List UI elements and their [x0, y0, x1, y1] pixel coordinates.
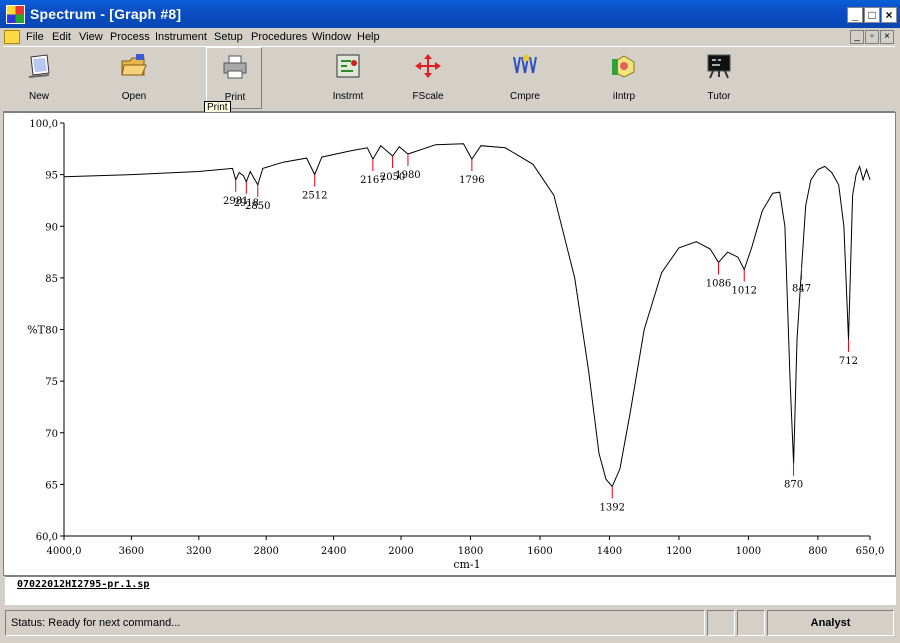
compare-button[interactable]: Cmpre [497, 47, 553, 109]
fscale-label: FScale [412, 91, 444, 102]
peak-label-1012: 1012 [732, 286, 757, 297]
tutor-board-icon [707, 54, 731, 79]
toolbar: New Open Print Instrmt FScale Cmpre iInt… [3, 46, 895, 112]
menu-process[interactable]: Process [110, 31, 150, 43]
fscale-button[interactable]: FScale [400, 47, 456, 109]
menu-procedures[interactable]: Procedures [251, 31, 307, 43]
x-tick-label: 1000 [736, 546, 761, 557]
app-icon [6, 5, 25, 24]
peak-label-1086: 1086 [706, 278, 731, 289]
x-tick-label: 2800 [253, 546, 278, 557]
menu-file[interactable]: File [26, 31, 44, 43]
menu-help[interactable]: Help [357, 31, 380, 43]
y-axis-label: %T [27, 324, 45, 337]
maximize-button[interactable]: □ [864, 7, 880, 23]
status-user: Analyst [767, 610, 894, 636]
menu-instrument[interactable]: Instrument [155, 31, 207, 43]
ir-spectrum-chart[interactable]: 100,0 95 90 85 80 75 70 65 60,0 4000,0 3600 3200 280… [4, 113, 895, 575]
x-tick-label: 1200 [666, 546, 691, 557]
x-tick-label: 3600 [119, 546, 144, 557]
new-document-icon [28, 54, 50, 78]
peak-label-2512: 2512 [302, 191, 327, 202]
graph-panel[interactable]: 100,0 95 90 85 80 75 70 65 60,0 4000,0 3600 3200 280… [3, 112, 896, 576]
status-cell-blank-1 [707, 610, 735, 636]
open-label: Open [121, 91, 147, 102]
x-tick-label: 1600 [527, 546, 552, 557]
interpret-icon [612, 55, 635, 78]
interpret-button[interactable]: iIntrp [596, 47, 652, 109]
full-scale-arrows-icon [415, 54, 441, 78]
print-button[interactable]: Print [206, 47, 262, 109]
x-tick-label: 1400 [597, 546, 622, 557]
interpret-label: iIntrp [612, 91, 636, 102]
x-tick-label: 4000,0 [47, 546, 82, 557]
y-tick-label: 100,0 [29, 119, 58, 130]
open-folder-icon [121, 54, 147, 76]
close-button[interactable]: × [881, 7, 897, 23]
tutor-button[interactable]: Tutor [691, 47, 747, 109]
y-tick-label: 85 [45, 274, 58, 285]
x-tick-label: 650,0 [856, 546, 885, 557]
x-tick-label: 800 [808, 546, 827, 557]
instrument-label: Instrmt [332, 91, 364, 102]
status-text: Status: Ready for next command... [5, 610, 705, 636]
peak-label-1392: 1392 [599, 502, 624, 513]
printer-icon [223, 55, 247, 79]
mdi-minimize-button[interactable]: _ [850, 30, 864, 44]
menu-setup[interactable]: Setup [214, 31, 243, 43]
x-tick-label: 1800 [458, 546, 483, 557]
minimize-button[interactable]: _ [847, 7, 863, 23]
y-tick-label: 75 [45, 377, 58, 388]
x-tick-label: 3200 [186, 546, 211, 557]
y-tick-label: 60,0 [36, 532, 58, 543]
y-tick-label: 95 [45, 171, 58, 182]
document-menu-icon[interactable] [4, 30, 20, 44]
y-tick-label: 80 [45, 326, 58, 337]
peak-label-870: 870 [784, 480, 803, 491]
mdi-restore-button[interactable]: ▫ [865, 30, 879, 44]
x-tick-label: 2400 [321, 546, 346, 557]
menu-view[interactable]: View [79, 31, 103, 43]
instrument-icon [336, 54, 360, 78]
peak-label-2850: 2850 [245, 201, 270, 212]
spectrum-trace [63, 143, 871, 488]
compare-label: Cmpre [509, 91, 540, 102]
tutor-label: Tutor [707, 91, 731, 102]
new-button[interactable]: New [11, 47, 67, 109]
window-title: Spectrum - [Graph #8] [30, 6, 182, 22]
title-bar: Spectrum - [Graph #8] _ □ × [0, 0, 900, 28]
y-tick-label: 65 [45, 480, 58, 491]
menu-edit[interactable]: Edit [52, 31, 71, 43]
x-axis-label: cm-1 [453, 558, 480, 571]
y-tick-label: 70 [45, 429, 58, 440]
peak-label-1980: 1980 [395, 170, 420, 181]
peak-label-1796: 1796 [459, 175, 484, 186]
status-cell-blank-2 [737, 610, 765, 636]
peak-label-847: 847 [792, 284, 811, 295]
menu-window[interactable]: Window [312, 31, 351, 43]
y-tick-label: 90 [45, 222, 58, 233]
file-name-tab[interactable]: 07022012HI2795-pr.1.sp [17, 579, 149, 590]
instrument-button[interactable]: Instrmt [320, 47, 376, 109]
x-tick-label: 2000 [388, 546, 413, 557]
mdi-close-button[interactable]: × [880, 30, 894, 44]
compare-icon [513, 55, 537, 74]
peak-label-712: 712 [839, 356, 858, 367]
open-button[interactable]: Open [106, 47, 162, 109]
new-label: New [28, 91, 49, 102]
